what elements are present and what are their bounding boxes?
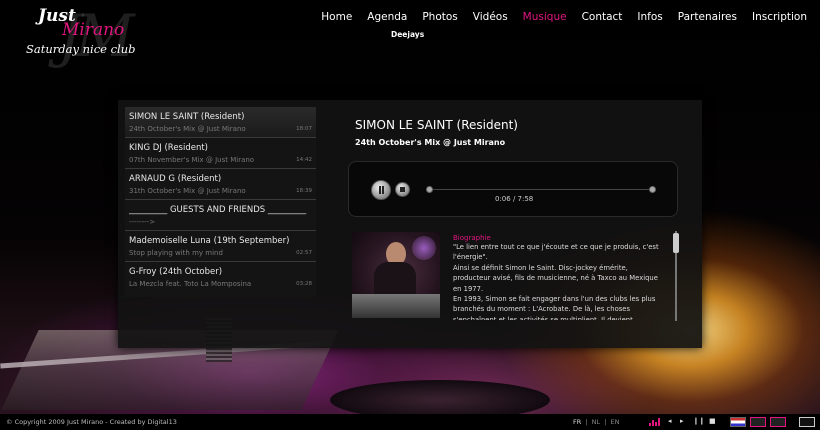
detail-title: SIMON LE SAINT (Resident) xyxy=(355,118,518,132)
bio-paragraph: "Le lien entre tout ce que j'écoute et c… xyxy=(453,243,659,262)
seek-bar[interactable] xyxy=(426,186,656,193)
bio-paragraph: Ainsi se définit Simon le Saint. Disc-jo… xyxy=(453,263,658,293)
playlist-item[interactable]: KING DJ (Resident) 07th November's Mix @… xyxy=(125,138,316,169)
bio-scrollbar[interactable] xyxy=(673,231,679,321)
nav-musique[interactable]: Musique xyxy=(523,11,567,23)
track-subtitle: 07th November's Mix @ Just Mirano xyxy=(129,156,255,164)
photo-deck xyxy=(352,294,440,318)
track-title: G-Froy (24th October) xyxy=(129,267,223,277)
nav-infos[interactable]: Infos xyxy=(637,11,662,23)
nav-inscription[interactable]: Inscription xyxy=(752,11,807,23)
equalizer-icon[interactable] xyxy=(649,418,663,426)
track-duration: 18:39 xyxy=(296,188,312,194)
music-stop-icon[interactable]: ■ xyxy=(709,417,716,425)
stop-icon xyxy=(400,187,405,192)
subnav-deejays[interactable]: Deejays xyxy=(391,30,424,39)
track-duration: 18:07 xyxy=(296,126,312,132)
bio-label: Biographie xyxy=(453,234,491,242)
track-subtitle: Stop playing with my mind xyxy=(129,249,223,257)
social-icon[interactable] xyxy=(770,417,786,427)
separator-arrow: --------> xyxy=(129,218,156,226)
time-display: 0:06 / 7:58 xyxy=(495,195,534,203)
nav-home[interactable]: Home xyxy=(321,11,352,23)
music-pause-icon[interactable]: ❙❙ xyxy=(693,417,705,425)
lang-divider: | xyxy=(585,418,588,426)
lang-en[interactable]: EN xyxy=(610,418,619,426)
separator-title: _________ GUESTS AND FRIENDS _________ xyxy=(129,205,307,215)
photo-light xyxy=(412,236,436,260)
track-subtitle: 24th October's Mix @ Just Mirano xyxy=(129,125,246,133)
playlist-item[interactable]: G-Froy (24th October) La Mezcla feat. To… xyxy=(125,262,316,293)
language-switcher: FR | NL | EN xyxy=(573,418,621,426)
nav-videos[interactable]: Vidéos xyxy=(473,11,508,23)
nav-contact[interactable]: Contact xyxy=(582,11,623,23)
lang-divider: | xyxy=(604,418,607,426)
track-duration: 03:28 xyxy=(296,281,312,287)
nav-partenaires[interactable]: Partenaires xyxy=(678,11,737,23)
detail-subtitle: 24th October's Mix @ Just Mirano xyxy=(355,138,506,147)
lang-nl[interactable]: NL xyxy=(592,418,600,426)
playlist: SIMON LE SAINT (Resident) 24th October's… xyxy=(125,107,316,297)
nav-photos[interactable]: Photos xyxy=(422,11,457,23)
footer: © Copyright 2009 Just Mirano - Created b… xyxy=(0,414,820,430)
volume-handle[interactable] xyxy=(649,186,656,193)
track-subtitle: 31th October's Mix @ Just Mirano xyxy=(129,187,246,195)
playlist-item[interactable]: SIMON LE SAINT (Resident) 24th October's… xyxy=(125,107,316,138)
bio-paragraph: En 1993, Simon se fait engager dans l'un… xyxy=(453,295,656,320)
audio-player: 0:06 / 7:58 xyxy=(348,161,678,217)
playlist-item[interactable]: ARNAUD G (Resident) 31th October's Mix @… xyxy=(125,169,316,200)
dj-photo xyxy=(352,232,440,318)
track-title: Mademoiselle Luna (19th September) xyxy=(129,236,290,246)
logo[interactable]: JM Just Mirano Saturday nice club xyxy=(24,2,136,70)
pause-button[interactable] xyxy=(371,180,391,200)
fullscreen-icon[interactable] xyxy=(799,417,815,427)
music-prev-icon[interactable]: ◂ xyxy=(668,417,672,425)
track-subtitle: La Mezcla feat. Toto La Momposina xyxy=(129,280,252,288)
track-duration: 14:42 xyxy=(296,157,312,163)
lang-fr[interactable]: FR xyxy=(573,418,581,426)
stop-button[interactable] xyxy=(395,182,410,197)
pause-icon-bar xyxy=(382,186,384,194)
pause-icon xyxy=(379,186,381,194)
logo-line2: Mirano xyxy=(62,20,125,40)
nav-agenda[interactable]: Agenda xyxy=(367,11,407,23)
seek-handle[interactable] xyxy=(426,186,433,193)
music-next-icon[interactable]: ▸ xyxy=(680,417,684,425)
biography: Biographie "Le lien entre tout ce que j'… xyxy=(453,234,665,320)
track-duration: 02:57 xyxy=(296,250,312,256)
playlist-item[interactable]: Mademoiselle Luna (19th September) Stop … xyxy=(125,231,316,262)
copyright: © Copyright 2009 Just Mirano - Created b… xyxy=(6,418,177,426)
logo-tagline: Saturday nice club xyxy=(26,42,136,56)
social-icon[interactable] xyxy=(750,417,766,427)
scroll-grip[interactable] xyxy=(673,233,679,253)
main-nav: Home Agenda Photos Vidéos Musique Contac… xyxy=(306,11,807,23)
track-title: SIMON LE SAINT (Resident) xyxy=(129,112,245,122)
track-title: ARNAUD G (Resident) xyxy=(129,174,222,184)
track-title: KING DJ (Resident) xyxy=(129,143,209,153)
playlist-separator: _________ GUESTS AND FRIENDS _________ -… xyxy=(125,200,316,231)
flag-icon[interactable] xyxy=(730,417,746,427)
